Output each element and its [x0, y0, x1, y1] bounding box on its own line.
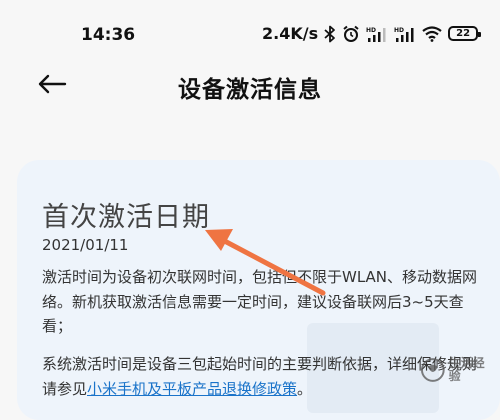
page-title: 设备激活信息 — [178, 77, 322, 103]
header: 设备激活信息 — [0, 66, 500, 106]
battery-icon: 22 — [448, 26, 482, 41]
signal-icon-2: HD — [394, 26, 416, 42]
activation-date: 2021/01/11 — [42, 236, 129, 254]
watermark: 生活经验 — [420, 350, 496, 390]
wifi-icon — [422, 25, 442, 42]
return-policy-link[interactable]: 小米手机及平板产品退换修政策 — [87, 380, 297, 398]
status-icons: 2.4K/s HD HD 22 — [262, 24, 482, 43]
signal-icon: HD — [366, 26, 388, 42]
alarm-icon — [342, 25, 360, 43]
watermark-text: 生活经验 — [448, 356, 485, 383]
warranty-suffix: 。 — [297, 379, 313, 398]
bluetooth-icon — [324, 25, 336, 43]
battery-level: 22 — [456, 28, 471, 39]
svg-text:HD: HD — [366, 27, 376, 34]
svg-text:HD: HD — [394, 27, 404, 34]
status-bar: 14:36 2.4K/s HD HD 22 — [0, 0, 500, 66]
card-title: 首次激活日期 — [42, 202, 210, 233]
watermark-logo-icon — [420, 358, 445, 382]
status-time: 14:36 — [81, 25, 136, 45]
network-speed: 2.4K/s — [262, 24, 319, 43]
activation-description: 激活时间为设备初次联网时间，包括但不限于WLAN、移动数据网络。新机获取激活信息… — [42, 268, 478, 335]
